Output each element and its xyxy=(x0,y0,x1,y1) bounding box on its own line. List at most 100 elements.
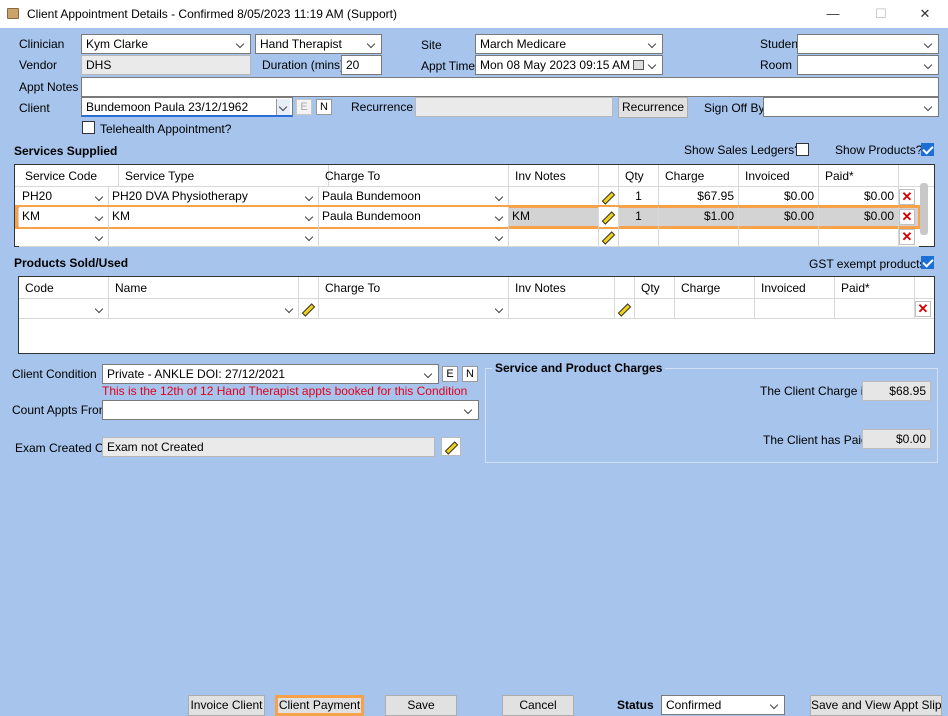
client-edit-button[interactable]: E xyxy=(296,99,312,115)
table-row-new[interactable]: ✕ xyxy=(19,227,919,247)
role-select[interactable]: Hand Therapist xyxy=(255,34,382,54)
qty-cell[interactable] xyxy=(635,299,675,319)
charge-to-cell[interactable]: Paula Bundemoon xyxy=(319,207,509,227)
save-button[interactable]: Save xyxy=(385,695,457,716)
col-paid[interactable]: Paid* xyxy=(835,277,915,299)
show-sales-ledgers-label: Show Sales Ledgers? xyxy=(684,143,801,157)
chevron-down-icon xyxy=(276,99,290,115)
paid-cell: $0.00 xyxy=(819,187,899,207)
charge-to-cell[interactable] xyxy=(319,227,509,247)
table-row-selected[interactable]: KM KM Paula Bundemoon KM 1 $1.00 $0.00 $… xyxy=(15,205,921,229)
col-code[interactable]: Code xyxy=(19,277,109,299)
site-select[interactable]: March Medicare xyxy=(475,34,663,54)
services-header-row: Service Code Service Type Charge To Inv … xyxy=(15,165,934,187)
col-qty[interactable]: Qty xyxy=(635,277,675,299)
client-value: Bundemoon Paula 23/12/1962 xyxy=(86,100,249,114)
services-scrollbar[interactable] xyxy=(920,183,928,235)
pencil-icon[interactable] xyxy=(617,302,631,316)
col-charge[interactable]: Charge xyxy=(659,165,739,187)
pencil-icon[interactable] xyxy=(601,210,615,224)
edit-notes-cell[interactable] xyxy=(599,187,619,207)
pencil-icon[interactable] xyxy=(301,302,315,316)
client-select[interactable]: Bundemoon Paula 23/12/1962 xyxy=(81,97,293,117)
col-invoiced[interactable]: Invoiced xyxy=(755,277,835,299)
service-type-cell[interactable] xyxy=(109,227,319,247)
chevron-down-icon xyxy=(93,301,107,317)
student-select[interactable] xyxy=(797,34,939,54)
status-label: Status xyxy=(617,698,654,712)
charge-to-cell[interactable]: Paula Bundemoon xyxy=(319,187,509,207)
col-charge-to[interactable]: Charge To xyxy=(319,277,509,299)
inv-notes-cell[interactable] xyxy=(509,187,599,207)
exam-edit-button[interactable] xyxy=(441,437,461,456)
service-type-value: KM xyxy=(112,209,130,223)
save-view-appt-slip-button[interactable]: Save and View Appt Slip xyxy=(810,695,942,716)
name-cell[interactable] xyxy=(109,299,299,319)
qty-cell[interactable]: 1 xyxy=(619,207,659,227)
edit-notes-cell[interactable] xyxy=(599,207,619,227)
delete-icon[interactable]: ✕ xyxy=(899,189,915,205)
charge-cell[interactable]: $67.95 xyxy=(659,187,739,207)
col-name[interactable]: Name xyxy=(109,277,299,299)
minimize-button[interactable]: — xyxy=(810,0,856,28)
clinician-select[interactable]: Kym Clarke xyxy=(81,34,251,54)
charge-cell[interactable]: $1.00 xyxy=(659,207,739,227)
charge-cell[interactable] xyxy=(675,299,755,319)
charge-to-cell[interactable] xyxy=(319,299,509,319)
telehealth-checkbox[interactable] xyxy=(82,121,95,134)
col-inv-notes[interactable]: Inv Notes xyxy=(509,165,599,187)
invoice-client-button[interactable]: Invoice Client xyxy=(188,695,265,716)
gst-exempt-checkbox[interactable] xyxy=(921,256,934,269)
qty-cell[interactable]: 1 xyxy=(619,187,659,207)
service-code-cell[interactable] xyxy=(19,227,109,247)
delete-icon[interactable]: ✕ xyxy=(899,209,915,225)
show-sales-ledgers-checkbox[interactable] xyxy=(796,143,809,156)
show-products-checkbox[interactable] xyxy=(921,143,934,156)
count-appts-select[interactable] xyxy=(102,400,479,420)
col-paid[interactable]: Paid* xyxy=(819,165,899,187)
duration-input[interactable]: 20 xyxy=(341,55,382,75)
room-select[interactable] xyxy=(797,55,939,75)
pencil-icon[interactable] xyxy=(601,230,615,244)
appt-notes-input[interactable] xyxy=(81,77,939,97)
qty-cell[interactable] xyxy=(619,227,659,247)
status-select[interactable]: Confirmed xyxy=(661,695,785,715)
inv-notes-cell[interactable] xyxy=(509,227,599,247)
col-charge-to[interactable]: Charge To xyxy=(319,165,509,187)
appt-time-picker[interactable]: Mon 08 May 2023 09:15 AM xyxy=(475,55,663,75)
calendar-icon[interactable] xyxy=(633,60,644,70)
code-cell[interactable] xyxy=(19,299,109,319)
col-charge[interactable]: Charge xyxy=(675,277,755,299)
products-title: Products Sold/Used xyxy=(14,256,129,270)
edit-notes-cell[interactable] xyxy=(599,227,619,247)
client-condition-select[interactable]: Private - ANKLE DOI: 27/12/2021 xyxy=(102,364,439,384)
notes-edit-cell[interactable] xyxy=(615,299,635,319)
service-type-cell[interactable]: KM xyxy=(109,207,319,227)
delete-icon[interactable]: ✕ xyxy=(899,229,915,245)
client-new-button[interactable]: N xyxy=(316,99,332,115)
recurrence-button[interactable]: Recurrence xyxy=(618,97,688,118)
col-inv-notes[interactable]: Inv Notes xyxy=(509,277,615,299)
sign-off-select[interactable] xyxy=(763,97,939,117)
charge-cell[interactable] xyxy=(659,227,739,247)
service-code-cell[interactable]: PH20 xyxy=(19,187,109,207)
condition-edit-button[interactable]: E xyxy=(442,366,458,382)
table-row-new[interactable]: ✕ xyxy=(19,299,934,319)
service-code-cell[interactable]: KM xyxy=(19,207,109,227)
inv-notes-cell[interactable] xyxy=(509,299,615,319)
name-edit-cell[interactable] xyxy=(299,299,319,319)
delete-icon[interactable]: ✕ xyxy=(915,301,931,317)
client-payment-button[interactable]: Client Payment xyxy=(275,695,364,716)
condition-new-button[interactable]: N xyxy=(462,366,478,382)
col-qty[interactable]: Qty xyxy=(619,165,659,187)
service-type-cell[interactable]: PH20 DVA Physiotherapy xyxy=(109,187,319,207)
pencil-icon[interactable] xyxy=(601,190,615,204)
inv-notes-cell[interactable]: KM xyxy=(509,207,599,227)
col-service-type[interactable]: Service Type xyxy=(119,165,329,187)
close-button[interactable]: ✕ xyxy=(902,0,948,28)
cancel-button[interactable]: Cancel xyxy=(502,695,574,716)
col-service-code[interactable]: Service Code xyxy=(19,165,119,187)
maximize-button[interactable]: ☐ xyxy=(858,0,904,28)
col-invoiced[interactable]: Invoiced xyxy=(739,165,819,187)
table-row[interactable]: PH20 PH20 DVA Physiotherapy Paula Bundem… xyxy=(19,187,919,207)
